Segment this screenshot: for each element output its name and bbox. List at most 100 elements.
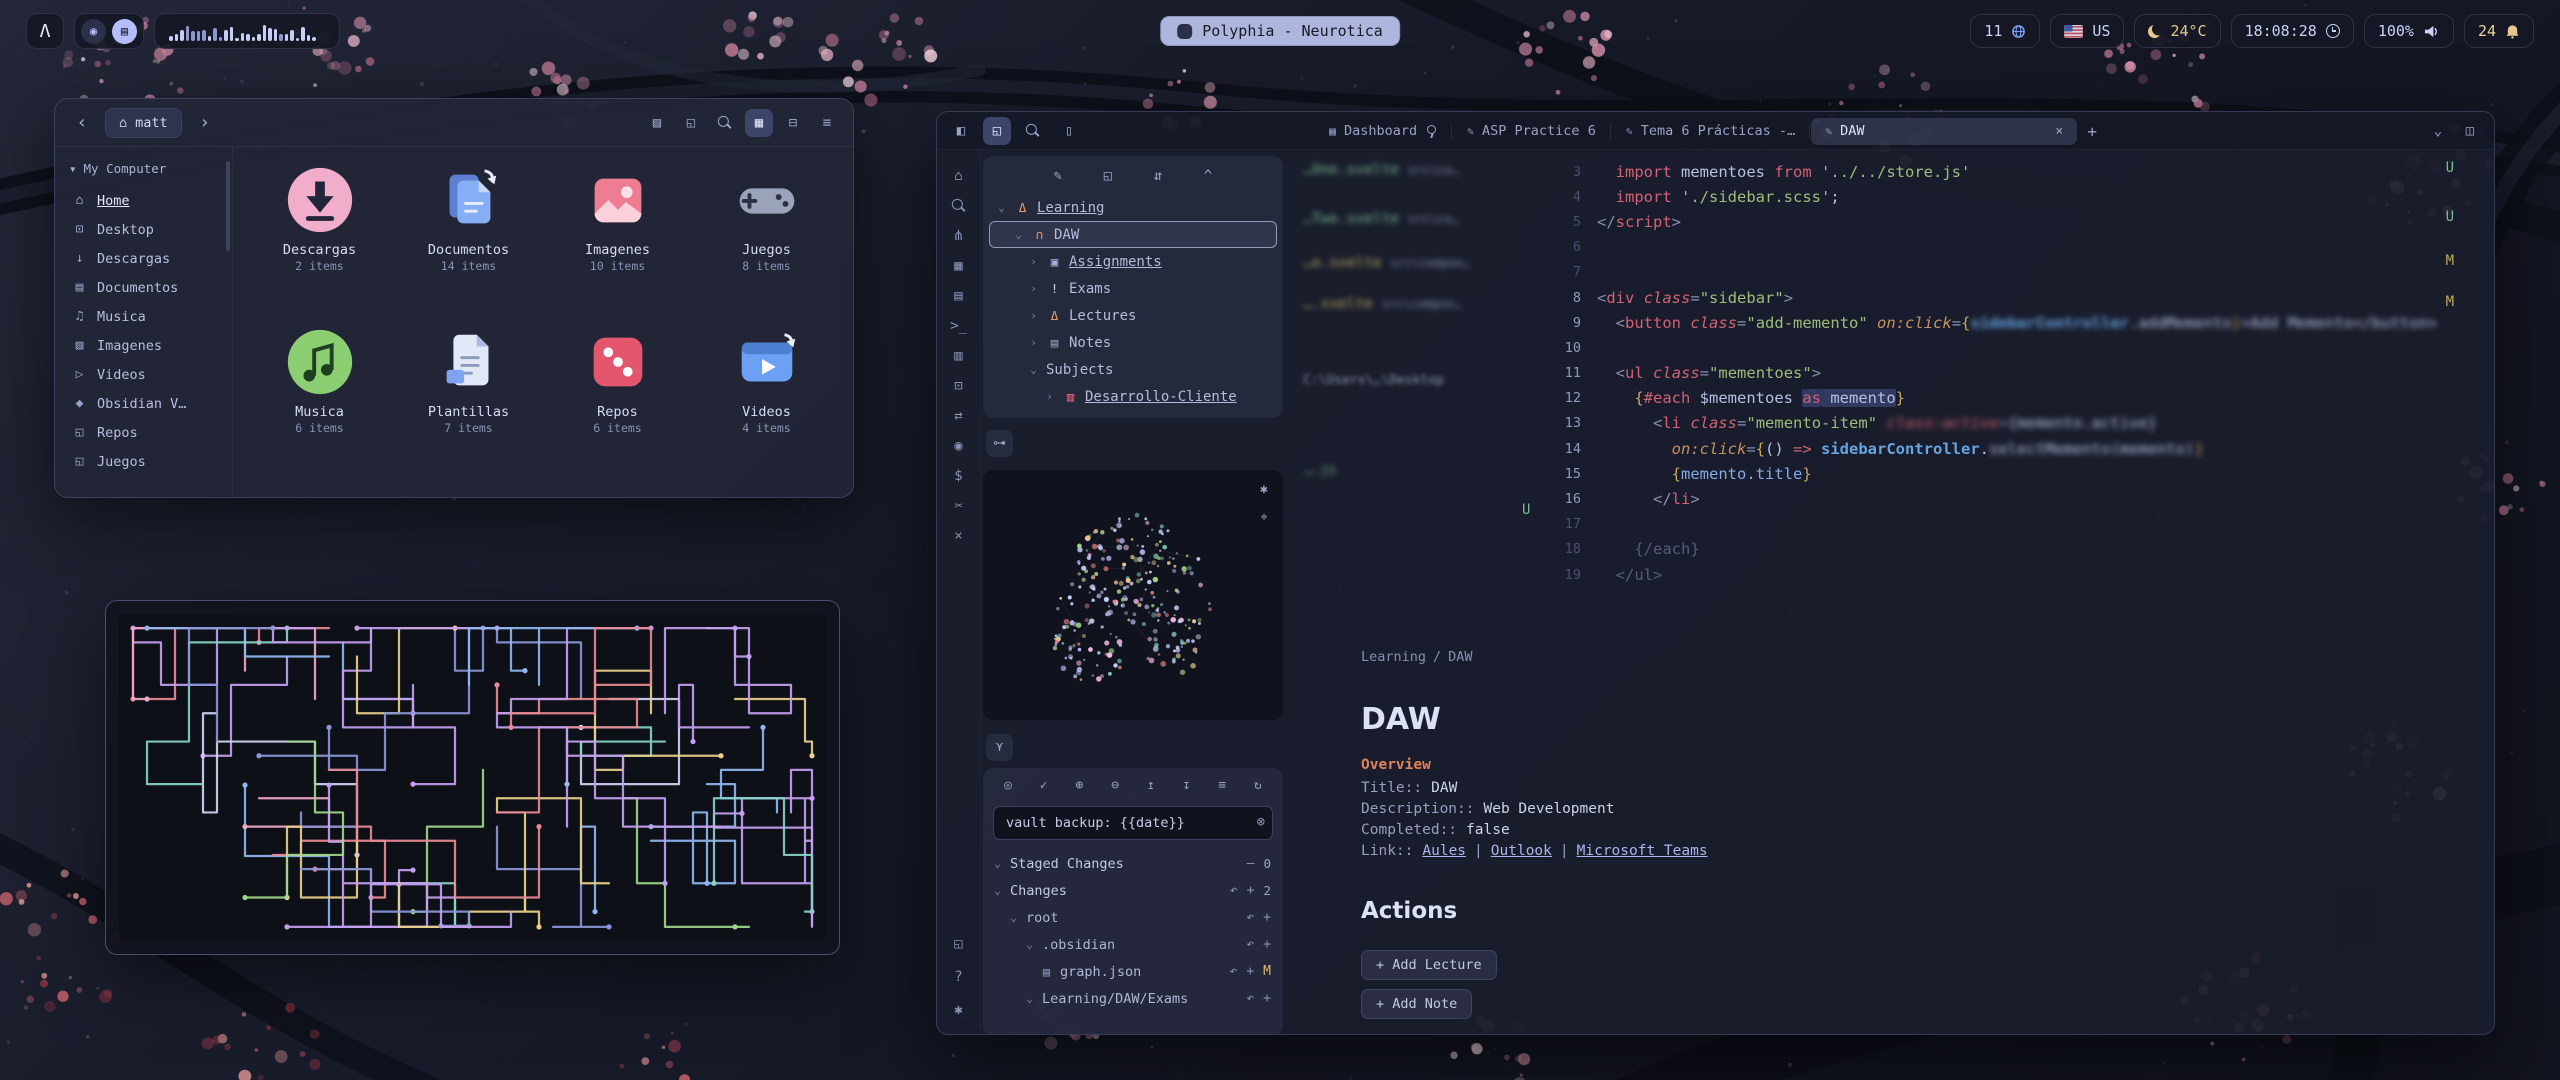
dock-notes-button[interactable]: ▤ xyxy=(112,19,137,44)
sidebar-item-obsidian-v[interactable]: ◆Obsidian V… xyxy=(63,389,224,418)
sidebar-item-videos[interactable]: ▷Videos xyxy=(63,360,224,389)
tree-item-notes[interactable]: ›▤Notes xyxy=(989,329,1277,356)
new-folder-icon[interactable]: ◱ xyxy=(677,109,705,137)
folder-item-juegos[interactable]: Juegos 8 items xyxy=(692,163,841,313)
git-row-changes[interactable]: ⌄Changes↶+2 xyxy=(983,877,1283,904)
back-button[interactable]: ‹ xyxy=(67,108,97,138)
media-icon[interactable]: ▨ xyxy=(643,109,671,137)
git-branch-icon[interactable]: ⋔ xyxy=(946,223,971,248)
sidebar-item-imagenes[interactable]: ▨Imagenes xyxy=(63,331,224,360)
commit-icon[interactable]: ◎ xyxy=(999,776,1017,794)
menu-icon[interactable]: ≡ xyxy=(813,109,841,137)
volume-pill[interactable]: 100% xyxy=(2364,14,2454,48)
sidebar-toggle-icon[interactable]: ◧ xyxy=(947,117,975,145)
tab-dashboard[interactable]: ▦Dashboard xyxy=(1315,118,1451,145)
folder-item-documentos[interactable]: Documentos 14 items xyxy=(394,163,543,313)
dice-icon[interactable]: ⊡ xyxy=(946,373,971,398)
sidebar-item-musica[interactable]: ♫Musica xyxy=(63,302,224,331)
stage-all-icon[interactable]: ⊕ xyxy=(1070,776,1088,794)
bookmarks-icon[interactable]: ▯ xyxy=(1055,117,1083,145)
clear-input-icon[interactable]: ⊗ xyxy=(1257,814,1265,830)
folder-item-imagenes[interactable]: Imagenes 10 items xyxy=(543,163,692,313)
split-right-icon[interactable]: ◫ xyxy=(2456,117,2484,145)
unstage-all-icon[interactable]: ⊖ xyxy=(1106,776,1124,794)
pull-icon[interactable]: ↧ xyxy=(1178,776,1196,794)
switcher-icon[interactable]: ⇄ xyxy=(946,403,971,428)
local-graph-chip[interactable]: ⊶ xyxy=(986,430,1013,457)
tab-asp-practice-6[interactable]: ✎ASP Practice 6 xyxy=(1453,118,1610,145)
refresh-icon[interactable]: ↻ xyxy=(1249,776,1267,794)
terminal-icon[interactable]: >_ xyxy=(946,313,971,338)
folder-item-descargas[interactable]: Descargas 2 items xyxy=(245,163,394,313)
notifications-pill[interactable]: 24 xyxy=(2464,14,2534,48)
tab-daw[interactable]: ✎DAW× xyxy=(1811,118,2077,145)
clock-pill[interactable]: 18:08:28 xyxy=(2231,14,2354,48)
dock-power-button[interactable]: ◉ xyxy=(81,19,106,44)
add-lecture-button[interactable]: + Add Lecture xyxy=(1361,950,1497,980)
calendar-icon[interactable]: ▤ xyxy=(946,283,971,308)
breadcrumb[interactable]: ⌂ matt xyxy=(105,108,182,138)
push-icon[interactable]: ↥ xyxy=(1142,776,1160,794)
sidebar-item-descargas[interactable]: ↓Descargas xyxy=(63,244,224,273)
book-icon[interactable]: ▥ xyxy=(946,343,971,368)
git-chip[interactable]: ⋎ xyxy=(986,734,1013,761)
tree-item-desarrollo-cliente[interactable]: ›▥Desarrollo-Cliente xyxy=(989,383,1277,410)
now-playing-pill[interactable]: Polyphia - Neurotica xyxy=(1160,16,1400,46)
change-list-icon[interactable]: ≡ xyxy=(1213,776,1231,794)
graph-view-canvas[interactable] xyxy=(983,470,1283,720)
sort-icon[interactable]: ⇵ xyxy=(1144,162,1172,190)
sidebar-item-desktop[interactable]: ⊡Desktop xyxy=(63,215,224,244)
sidebar-item-repos[interactable]: ◱Repos xyxy=(63,418,224,447)
git-row-graph-json[interactable]: ▤graph.json↶+M xyxy=(983,958,1283,985)
folder-item-videos[interactable]: Videos 4 items xyxy=(692,325,841,475)
sidebar-item-juegos[interactable]: ◱Juegos xyxy=(63,447,224,476)
folder-item-repos[interactable]: Repos 6 items xyxy=(543,325,692,475)
close-icon[interactable]: × xyxy=(946,523,971,548)
tree-item-daw[interactable]: ⌄∩DAW xyxy=(989,221,1277,248)
sidebar-scrollbar[interactable] xyxy=(226,161,230,251)
graph-settings-icon[interactable]: ✱ xyxy=(1253,478,1275,500)
search-icon[interactable] xyxy=(711,109,739,137)
sidebar-item-home[interactable]: ⌂Home xyxy=(63,186,224,215)
settings-icon[interactable]: ✱ xyxy=(946,997,971,1022)
close-tab-icon[interactable]: × xyxy=(2041,124,2063,139)
currency-icon[interactable]: $ xyxy=(946,463,971,488)
window-icon[interactable]: ◱ xyxy=(946,931,971,956)
launcher-button[interactable]: Λ xyxy=(26,13,64,49)
link-microsoft-teams[interactable]: Microsoft Teams xyxy=(1577,843,1708,859)
tree-item-exams[interactable]: ›!Exams xyxy=(989,275,1277,302)
tree-item-learning[interactable]: ⌄ΔLearning xyxy=(989,194,1277,221)
tree-item-subjects[interactable]: ⌄Subjects xyxy=(989,356,1277,383)
home-icon[interactable]: ⌂ xyxy=(946,163,971,188)
folder-item-plantillas[interactable]: Plantillas 7 items xyxy=(394,325,543,475)
git-row-learning-daw-exams[interactable]: ⌄Learning/DAW/Exams↶+ xyxy=(983,985,1283,1012)
view-list-icon[interactable]: ⊟ xyxy=(779,109,807,137)
help-icon[interactable]: ? xyxy=(946,964,971,989)
keyboard-layout-pill[interactable]: US xyxy=(2050,14,2124,48)
git-row-staged-changes[interactable]: ⌄Staged Changes—0 xyxy=(983,850,1283,877)
new-note-icon[interactable]: ✎ xyxy=(1044,162,1072,190)
note-breadcrumb[interactable]: Learning / DAW xyxy=(1361,649,1473,665)
sidebar-item-documentos[interactable]: ▤Documentos xyxy=(63,273,224,302)
commit-message-input[interactable] xyxy=(993,806,1273,840)
folder-item-musica[interactable]: Musica 6 items xyxy=(245,325,394,475)
link-aules[interactable]: Aules xyxy=(1422,843,1466,859)
updates-pill[interactable]: 11 xyxy=(1970,14,2040,48)
camera-icon[interactable]: ◉ xyxy=(946,433,971,458)
git-row-root[interactable]: ⌄root↶+ xyxy=(983,904,1283,931)
tree-item-assignments[interactable]: ›▣Assignments xyxy=(989,248,1277,275)
canvas-icon[interactable]: ▦ xyxy=(946,253,971,278)
weather-pill[interactable]: 24°C xyxy=(2134,14,2220,48)
tab-tema-6-pr-cticas[interactable]: ✎Tema 6 Prácticas -… xyxy=(1612,118,1809,145)
add-note-button[interactable]: + Add Note xyxy=(1361,989,1472,1019)
search-icon[interactable] xyxy=(1019,117,1047,145)
tab-list-icon[interactable]: ⌄ xyxy=(2424,117,2452,145)
files-icon[interactable]: ◱ xyxy=(983,117,1011,145)
new-folder-icon[interactable]: ◱ xyxy=(1094,162,1122,190)
tree-item-lectures[interactable]: ›ΔLectures xyxy=(989,302,1277,329)
search-icon[interactable] xyxy=(946,193,971,218)
git-row-obsidian[interactable]: ⌄.obsidian↶+ xyxy=(983,931,1283,958)
forward-button[interactable]: › xyxy=(190,108,220,138)
commit-all-icon[interactable]: ✓ xyxy=(1035,776,1053,794)
graph-filter-icon[interactable]: ⌖ xyxy=(1253,506,1275,528)
